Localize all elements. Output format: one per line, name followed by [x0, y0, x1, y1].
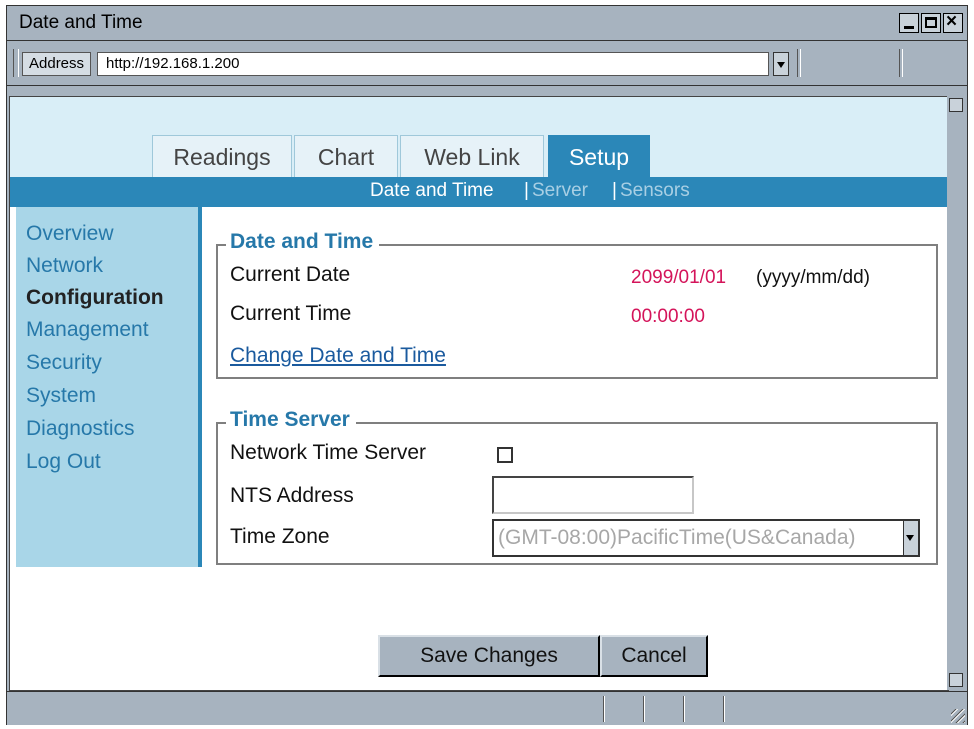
- network-time-server-label: Network Time Server: [230, 441, 427, 464]
- time-zone-dropdown-icon[interactable]: [903, 521, 918, 555]
- date-time-legend: Date and Time: [226, 230, 380, 254]
- date-format-hint: (yyyy/mm/dd): [756, 267, 870, 288]
- close-icon[interactable]: ×: [943, 12, 963, 33]
- sub-navigation: Date and Time | Server | Sensors: [10, 177, 948, 207]
- nts-address-label: NTS Address: [230, 484, 354, 507]
- address-dropdown-icon[interactable]: [773, 52, 789, 76]
- time-zone-label: Time Zone: [230, 525, 330, 548]
- sidebar-item-network[interactable]: Network: [26, 254, 103, 278]
- nts-address-input[interactable]: [492, 476, 694, 514]
- scroll-down-icon[interactable]: [949, 673, 963, 687]
- sidebar-item-log-out[interactable]: Log Out: [26, 450, 101, 474]
- sidebar-item-security[interactable]: Security: [26, 351, 102, 375]
- change-date-time-link[interactable]: Change Date and Time: [230, 344, 446, 368]
- sidebar-item-management[interactable]: Management: [26, 318, 149, 342]
- status-separator: [643, 696, 645, 722]
- subnav-server[interactable]: Server: [532, 180, 588, 202]
- status-bar: [7, 691, 967, 725]
- subnav-date-and-time[interactable]: Date and Time: [370, 180, 494, 202]
- sidebar: Overview Network Configuration Managemen…: [16, 207, 202, 567]
- time-zone-select[interactable]: (GMT-08:00)PacificTime(US&Canada): [492, 519, 920, 557]
- toolbar-separator: [797, 49, 801, 77]
- network-time-server-checkbox[interactable]: [497, 447, 513, 463]
- page-header: Readings Chart Web Link Setup: [10, 97, 948, 177]
- current-date-label: Current Date: [230, 263, 351, 286]
- address-label: Address: [22, 52, 92, 76]
- sidebar-item-system[interactable]: System: [26, 384, 96, 408]
- current-time-value: 00:00:00: [631, 306, 705, 327]
- cancel-button[interactable]: Cancel: [600, 635, 708, 677]
- status-separator: [723, 696, 725, 722]
- save-changes-button[interactable]: Save Changes: [378, 635, 600, 677]
- subnav-separator: |: [524, 180, 529, 201]
- resize-grip-icon[interactable]: [951, 709, 965, 723]
- time-server-legend: Time Server: [226, 408, 356, 432]
- tab-readings[interactable]: Readings: [152, 135, 292, 177]
- current-time-label: Current Time: [230, 302, 352, 325]
- sidebar-item-diagnostics[interactable]: Diagnostics: [26, 417, 135, 441]
- tab-chart[interactable]: Chart: [294, 135, 398, 177]
- current-date-value: 2099/01/01: [631, 267, 727, 288]
- scroll-up-icon[interactable]: [949, 98, 963, 112]
- tab-setup[interactable]: Setup: [548, 135, 650, 177]
- browser-window: Date and Time × Address http://192.168.1…: [6, 5, 968, 725]
- sidebar-item-configuration[interactable]: Configuration: [26, 286, 164, 310]
- status-separator: [603, 696, 605, 722]
- status-separator: [683, 696, 685, 722]
- toolbar-grip[interactable]: [13, 49, 19, 77]
- address-input[interactable]: http://192.168.1.200: [97, 52, 769, 76]
- maximize-icon[interactable]: [921, 13, 941, 33]
- title-bar: Date and Time ×: [7, 6, 967, 41]
- window-title: Date and Time: [19, 12, 143, 33]
- window-controls: ×: [899, 12, 963, 33]
- time-zone-value: (GMT-08:00)PacificTime(US&Canada): [498, 526, 856, 549]
- subnav-separator: |: [612, 180, 617, 201]
- vertical-scrollbar[interactable]: [947, 96, 965, 690]
- toolbar-separator: [899, 49, 903, 77]
- minimize-icon[interactable]: [899, 13, 919, 33]
- sidebar-item-overview[interactable]: Overview: [26, 222, 114, 246]
- tab-web-link[interactable]: Web Link: [400, 135, 544, 177]
- address-toolbar: Address http://192.168.1.200: [7, 41, 967, 86]
- page-content: Readings Chart Web Link Setup Date and T…: [9, 96, 949, 691]
- subnav-sensors[interactable]: Sensors: [620, 180, 690, 202]
